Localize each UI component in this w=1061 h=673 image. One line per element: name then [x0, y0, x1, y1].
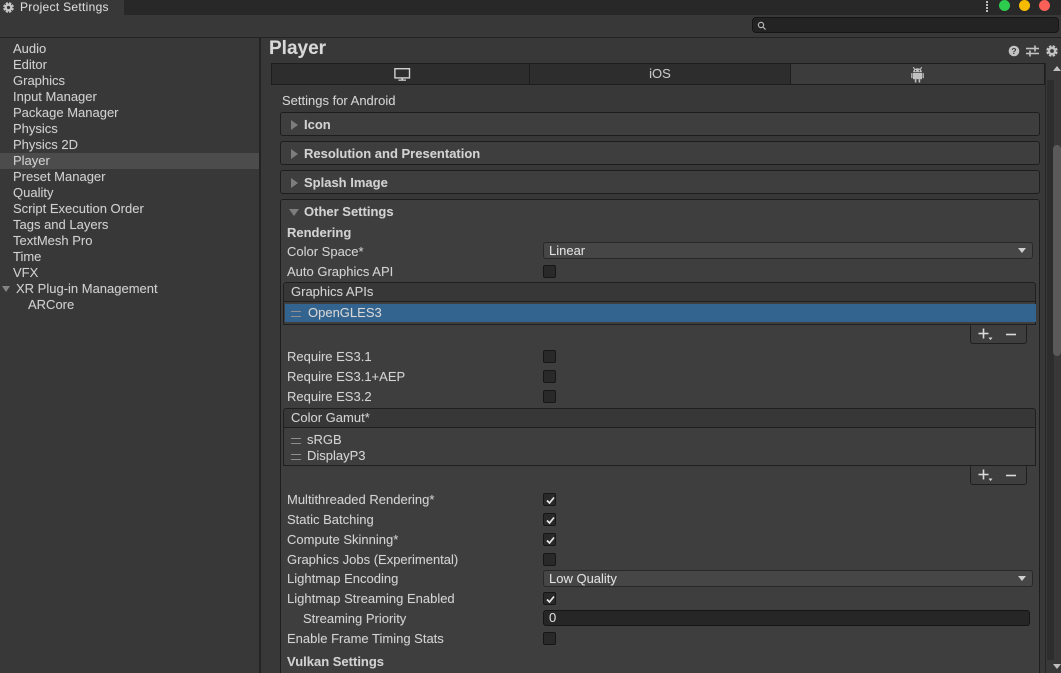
- svg-text:?: ?: [1011, 46, 1016, 56]
